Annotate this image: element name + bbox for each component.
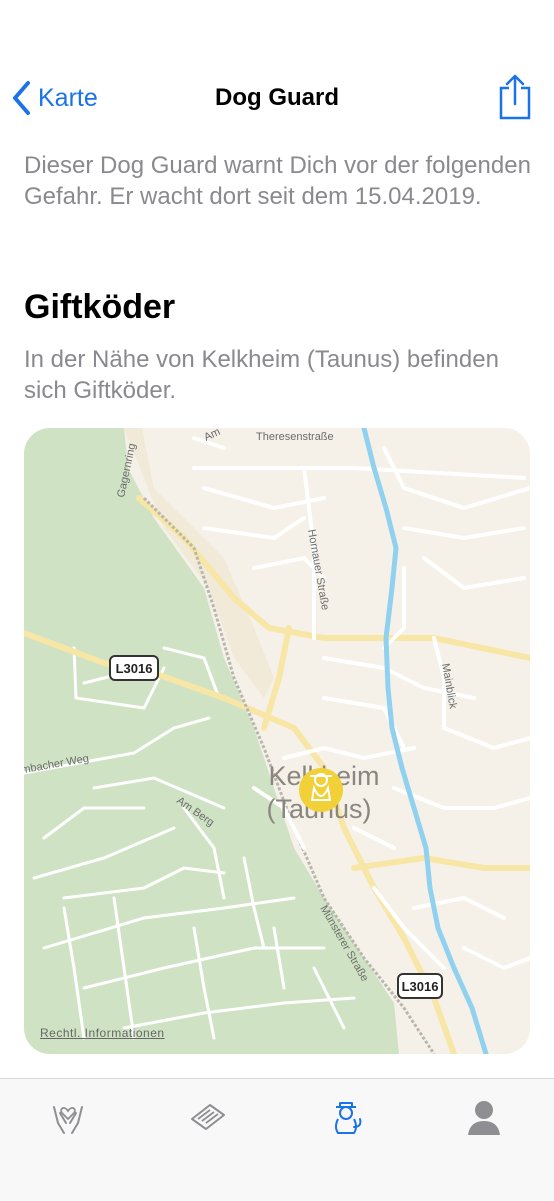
svg-text:L3016: L3016 [116, 661, 153, 676]
intro-text: Dieser Dog Guard warnt Dich vor der folg… [24, 152, 531, 210]
legal-info-link[interactable]: Rechtl. Informationen [40, 1026, 165, 1040]
tab-bar [0, 1078, 554, 1201]
map-canvas: Theresenstraße Am Gagernring Hornauer St… [24, 428, 530, 1054]
road-shield-2: L3016 [397, 973, 443, 999]
chevron-left-icon [13, 81, 30, 115]
back-button-label: Karte [38, 83, 98, 112]
navigation-bar: Karte Dog Guard [0, 60, 554, 136]
share-icon[interactable] [498, 74, 532, 120]
profile-icon[interactable] [464, 1097, 504, 1137]
svg-text:L3016: L3016 [402, 979, 439, 994]
road-shield-1: L3016 [109, 655, 159, 681]
dog-guard-marker-icon[interactable] [299, 768, 343, 812]
dog-guard-icon[interactable] [326, 1097, 366, 1137]
hands-heart-icon[interactable] [48, 1097, 88, 1137]
back-button[interactable]: Karte [10, 78, 98, 118]
hazard-title: Giftköder [24, 288, 176, 326]
street-label-theresenstrasse: Theresenstraße [256, 431, 334, 443]
hazard-description: In der Nähe von Kelkheim (Taunus) befind… [24, 346, 499, 404]
newspaper-icon[interactable] [188, 1097, 228, 1137]
hazard-map[interactable]: Theresenstraße Am Gagernring Hornauer St… [24, 428, 530, 1054]
